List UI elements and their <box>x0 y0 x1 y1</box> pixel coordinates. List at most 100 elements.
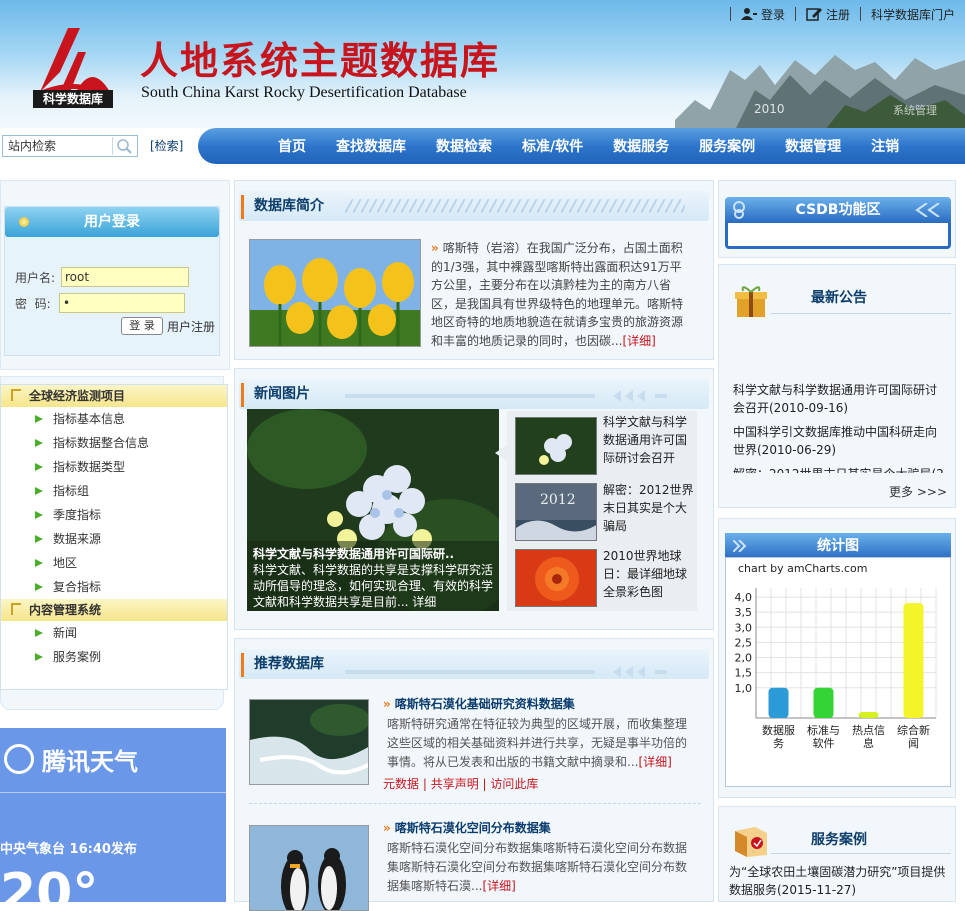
visit-db-link[interactable]: 访问此库 <box>490 777 538 791</box>
edit-icon <box>806 8 822 21</box>
case-book-icon <box>735 827 767 857</box>
waterfall-image <box>249 699 369 785</box>
weather-divider <box>0 792 226 793</box>
login-link[interactable]: 登录 <box>740 6 785 23</box>
nav-logout[interactable]: 注销 <box>871 136 899 156</box>
orange-double-arrow-icon: » <box>431 241 439 255</box>
login-button[interactable]: 登 录 <box>121 317 163 335</box>
y-tick-label: 2,0 <box>735 652 753 665</box>
metadata-link[interactable]: 元数据 <box>383 777 419 791</box>
recommend-item-title[interactable]: » 喀斯特石漠化基础研究资料数据集 <box>383 695 575 712</box>
news-item[interactable]: 解密：2012世界末日其实是个大骗局 <box>603 481 695 535</box>
recommend-item-desc: 喀斯特石漠化空间分布数据集喀斯特石漠化空间分布数据集喀斯特石漠化空间分布数据集喀… <box>387 839 693 896</box>
search-button[interactable]: [检索] <box>150 137 183 154</box>
x-tick-label: 闻 <box>908 736 919 750</box>
csdb-panel: CSDB功能区 <box>718 180 956 258</box>
main-nav: 首页 查找数据库 数据检索 标准/软件 数据服务 服务案例 数据管理 注销 <box>198 128 965 164</box>
tree-item[interactable]: 数据来源 <box>1 527 227 551</box>
tree-item[interactable]: 地区 <box>1 551 227 575</box>
news-main-title[interactable]: 科学文献与科学数据通用许可国际研.. <box>253 545 493 562</box>
nav-row: 站内检索 [检索] 首页 查找数据库 数据检索 标准/软件 数据服务 服务案例 … <box>0 128 965 164</box>
notice-item[interactable]: 中国科学引文数据库推动中国科研走向世界(2010-06-29) <box>733 423 947 459</box>
csdb-body <box>725 223 951 249</box>
gift-box-icon <box>735 286 767 317</box>
y-tick-label: 4,0 <box>735 591 753 604</box>
tree-item[interactable]: 指标数据类型 <box>1 455 227 479</box>
tree-item[interactable]: 新闻 <box>1 621 227 645</box>
stats-panel: 统计图 chart by amCharts.com 1,0 1,5 2,0 2,5 3,… <box>718 518 956 798</box>
green-arrow-icon <box>35 463 43 471</box>
username-label: 用户名: <box>15 271 56 285</box>
tree-item-label: 新闻 <box>53 626 78 640</box>
tree-item-label: 服务案例 <box>53 650 102 664</box>
news-item[interactable]: 科学文献与科学数据通用许可国际研讨会召开 <box>603 413 695 467</box>
tree-item[interactable]: 指标组 <box>1 479 227 503</box>
recommend-more-link[interactable]: [详细] <box>638 755 671 769</box>
register-link-label: 注册 <box>825 7 850 22</box>
x-tick-label: 数据服 <box>762 723 795 737</box>
search-icon[interactable] <box>112 137 134 155</box>
tree-item[interactable]: 季度指标 <box>1 503 227 527</box>
tree-item[interactable]: 复合指标 <box>1 575 227 599</box>
cases-panel: 服务案例 为“全球农田土壤固碳潜力研究”项目提供数据服务(2015-11-27) <box>718 806 956 902</box>
green-arrow-icon <box>35 487 43 495</box>
green-arrow-icon <box>35 511 43 519</box>
recommend-title: 推荐数据库 <box>241 653 324 677</box>
news-thumb-flowers[interactable] <box>515 417 597 475</box>
tree-item[interactable]: 指标数据整合信息 <box>1 431 227 455</box>
nav-service-cases[interactable]: 服务案例 <box>699 136 755 156</box>
login-dot-icon <box>19 217 29 227</box>
penguins-image <box>249 825 369 911</box>
intro-text: » 喀斯特（岩溶）在我国广泛分布，占国土面积的1/3强，其中裸露型喀斯特出露面积达… <box>431 239 689 350</box>
intro-more-link[interactable]: [详细] <box>622 334 655 348</box>
tree-group-economy[interactable]: 全球经济监测项目 <box>1 385 227 407</box>
password-field[interactable]: • <box>59 293 185 313</box>
recommend-more-link[interactable]: [详细] <box>482 879 515 893</box>
tree-item[interactable]: 服务案例 <box>1 645 227 669</box>
nav-standards[interactable]: 标准/软件 <box>522 136 583 156</box>
x-tick-label: 息 <box>863 736 874 750</box>
case-item[interactable]: 为“全球农田土壤固碳潜力研究”项目提供数据服务(2015-11-27) <box>729 863 951 899</box>
recommend-item-title[interactable]: » 喀斯特石漠化空间分布数据集 <box>383 819 551 836</box>
tree-group-cms[interactable]: 内容管理系统 <box>1 599 227 621</box>
y-tick-label: 1,5 <box>735 667 753 680</box>
weather-widget[interactable]: 腾讯天气 中央气象台 16:40发布 20° <box>0 728 226 902</box>
register-link[interactable]: 注册 <box>806 6 850 23</box>
user-icon <box>740 8 757 20</box>
nav-data-manage[interactable]: 数据管理 <box>785 136 841 156</box>
recommend-panel: 推荐数据库 » 喀斯特石漠化基础研究资料数据集 喀斯特研究通常在特征较为典型的区域… <box>234 638 714 911</box>
csdb-header: CSDB功能区 <box>725 197 951 223</box>
chart-credit[interactable]: chart by amCharts.com <box>738 562 868 575</box>
nav-home[interactable]: 首页 <box>278 136 306 156</box>
tree-item[interactable]: 指标基本信息 <box>1 407 227 431</box>
user-register-link[interactable]: 用户注册 <box>167 318 215 335</box>
notice-item[interactable]: 科学文献与科学数据通用许可国际研讨会召开(2010-09-16) <box>733 381 947 417</box>
nav-find-db[interactable]: 查找数据库 <box>336 136 406 156</box>
divider <box>249 803 701 804</box>
nav-data-search[interactable]: 数据检索 <box>436 136 492 156</box>
news-decoration <box>345 390 667 402</box>
green-arrow-icon <box>35 629 43 637</box>
double-chevron-icon <box>915 203 940 217</box>
green-arrow-icon <box>35 535 43 543</box>
weather-temperature: 20° <box>0 863 99 902</box>
intro-panel: 数据库简介 » 喀斯特（岩溶）在我国广泛分布，占国土面积的1/3强，其中裸露型喀斯… <box>234 180 714 360</box>
username-field[interactable]: root <box>61 267 189 287</box>
site-subtitle: South China Karst Rocky Desertification … <box>141 84 467 101</box>
nav-data-service[interactable]: 数据服务 <box>613 136 669 156</box>
x-tick-label: 务 <box>773 737 784 750</box>
recommend-item-desc-text: 喀斯特石漠化空间分布数据集喀斯特石漠化空间分布数据集喀斯特石漠化空间分布数据集喀… <box>387 841 688 893</box>
notice-more-link[interactable]: 更多 >>> <box>889 483 947 500</box>
bar-0 <box>768 687 789 718</box>
share-statement-link[interactable]: 共享声明 <box>431 777 479 791</box>
login-panel: 用户登录 用户名: root 密 码: • 登 录 用户注册 <box>4 206 220 356</box>
portal-link[interactable]: 科学数据库门户 <box>871 6 955 23</box>
news-thumb-2012[interactable]: 2012 <box>515 483 597 541</box>
news-thumb-redflower[interactable] <box>515 549 597 607</box>
news-main-image[interactable]: 科学文献与科学数据通用许可国际研.. 科学文献、科学数据的共享是支撑科学研究活动… <box>247 409 499 611</box>
news-item[interactable]: 2010世界地球日：最详细地球全景彩色图 <box>603 547 695 601</box>
notice-item[interactable]: 解密：2012世界末日其实是个大骗局(2 <box>733 465 947 473</box>
top-links: 登录 注册 科学数据库门户 <box>720 4 955 24</box>
login-link-label: 登录 <box>760 7 785 22</box>
intro-title: 数据库简介 <box>241 195 324 219</box>
